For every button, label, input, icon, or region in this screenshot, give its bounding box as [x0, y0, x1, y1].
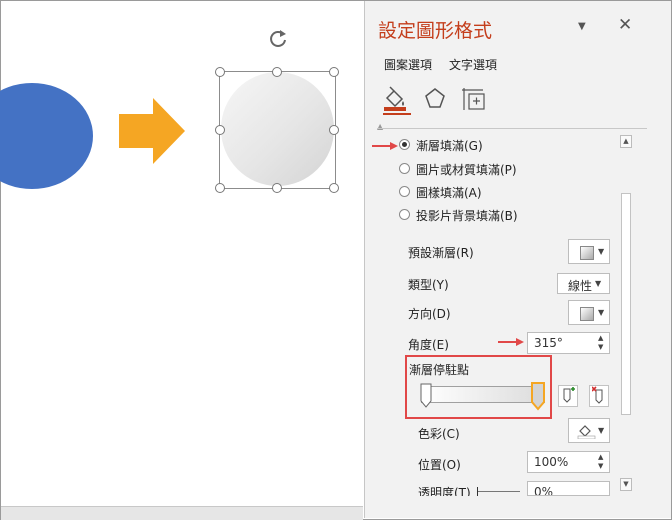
angle-label: 角度(E) — [408, 338, 449, 352]
angle-input[interactable]: 315° ▲ ▼ — [527, 332, 610, 354]
gradient-stop-right[interactable] — [530, 381, 546, 411]
direction-label: 方向(D) — [408, 307, 451, 321]
slide-scroll-area — [1, 506, 363, 520]
type-label: 類型(Y) — [408, 278, 449, 292]
radio-button[interactable] — [399, 139, 410, 150]
radio-button[interactable] — [399, 186, 410, 197]
chevron-down-icon: ▼ — [598, 308, 605, 317]
fill-line-icon[interactable] — [381, 86, 411, 112]
pane-scrollbar[interactable]: ▲ ▼ — [620, 135, 632, 491]
add-stop-glyph-icon — [563, 387, 575, 403]
direction-dropdown[interactable]: ▼ — [568, 300, 610, 325]
radio-button[interactable] — [399, 209, 410, 220]
spin-up-icon[interactable]: ▲ — [598, 334, 603, 342]
chevron-down-icon: ▼ — [598, 426, 605, 435]
position-value: 100% — [534, 455, 569, 469]
gradient-swatch-icon — [580, 246, 594, 260]
resize-handle-nw[interactable] — [215, 67, 225, 77]
gradient-stops-bar[interactable] — [421, 386, 545, 403]
resize-handle-sw[interactable] — [215, 183, 225, 193]
add-gradient-stop-icon[interactable] — [558, 385, 578, 407]
scroll-up-icon[interactable]: ▲ — [620, 135, 632, 148]
red-pointer-arrow-icon — [372, 142, 398, 150]
preset-gradient-dropdown[interactable]: ▼ — [568, 239, 610, 264]
pane-title: 設定圖形格式 — [378, 20, 493, 42]
radio-label: 圖樣填滿(A) — [416, 186, 482, 200]
color-dropdown[interactable]: ▼ — [568, 418, 610, 443]
tab-shape-options[interactable]: 圖案選項 — [384, 56, 432, 73]
section-divider — [377, 128, 647, 129]
effects-pentagon-icon[interactable] — [423, 86, 447, 110]
type-select[interactable]: 線性 ▼ — [557, 273, 610, 294]
selection-box — [219, 71, 336, 189]
transparency-slider[interactable] — [477, 487, 520, 496]
transparency-value: 0% — [534, 485, 554, 496]
scroll-down-icon[interactable]: ▼ — [620, 478, 632, 491]
slide-canvas[interactable] — [0, 1, 363, 506]
preset-gradient-label: 預設漸層(R) — [408, 246, 474, 260]
gradient-stop-left[interactable] — [420, 383, 432, 409]
gradient-stops-label: 漸層停駐點 — [409, 363, 470, 377]
spin-down-icon[interactable]: ▼ — [598, 343, 603, 351]
rotate-handle-icon[interactable] — [267, 28, 289, 50]
direction-swatch-icon — [580, 307, 594, 321]
type-value: 線性 — [568, 279, 593, 293]
size-properties-icon[interactable] — [461, 86, 487, 112]
active-category-indicator — [383, 113, 411, 115]
tab-text-options[interactable]: 文字選項 — [449, 56, 497, 73]
radio-button[interactable] — [399, 163, 410, 174]
spin-up-icon[interactable]: ▲ — [598, 453, 603, 461]
scrollbar-thumb[interactable] — [621, 193, 631, 415]
resize-handle-se[interactable] — [329, 183, 339, 193]
position-label: 位置(O) — [418, 458, 461, 472]
resize-handle-e[interactable] — [329, 125, 339, 135]
angle-value: 315° — [534, 336, 563, 350]
transparency-input[interactable]: 0% — [527, 481, 610, 496]
remove-gradient-stop-icon[interactable] — [589, 385, 609, 407]
resize-handle-ne[interactable] — [329, 67, 339, 77]
category-icon-row — [365, 84, 671, 115]
close-icon[interactable]: ✕ — [618, 15, 632, 35]
spin-down-icon[interactable]: ▼ — [598, 462, 603, 470]
chevron-down-icon: ▼ — [595, 279, 602, 288]
resize-handle-s[interactable] — [272, 183, 282, 193]
remove-stop-glyph-icon — [591, 386, 603, 404]
resize-handle-w[interactable] — [215, 125, 225, 135]
collapse-caret-icon: ▲ — [377, 122, 384, 131]
radio-label: 投影片背景填滿(B) — [416, 209, 518, 223]
paint-bucket-icon — [577, 425, 596, 439]
position-input[interactable]: 100% ▲ ▼ — [527, 451, 610, 473]
pane-options-chevron-down-icon[interactable]: ▼ — [578, 21, 586, 32]
radio-label: 漸層填滿(G) — [416, 139, 483, 153]
chevron-down-icon: ▼ — [598, 247, 605, 256]
color-label: 色彩(C) — [418, 427, 460, 441]
radio-label: 圖片或材質填滿(P) — [416, 163, 517, 177]
blue-circle-shape[interactable] — [0, 83, 93, 189]
red-pointer-arrow-icon — [498, 338, 524, 346]
transparency-label: 透明度(T) — [418, 486, 471, 496]
right-arrow-shape[interactable] — [119, 98, 189, 164]
resize-handle-n[interactable] — [272, 67, 282, 77]
